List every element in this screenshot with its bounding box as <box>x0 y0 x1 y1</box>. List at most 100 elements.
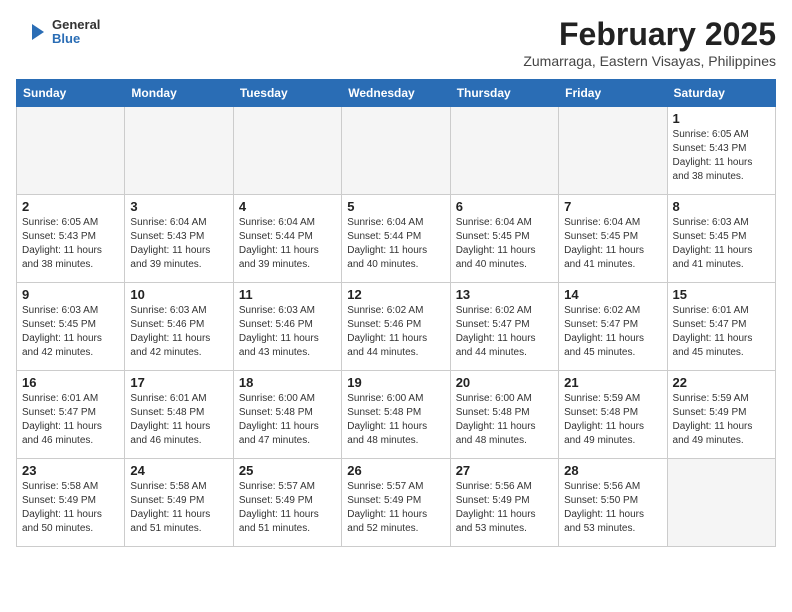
day-header-wednesday: Wednesday <box>342 80 450 107</box>
day-info: Sunrise: 6:03 AM Sunset: 5:46 PM Dayligh… <box>130 304 227 360</box>
day-number: 25 <box>239 463 336 478</box>
day-header-thursday: Thursday <box>450 80 558 107</box>
day-cell: 11 Sunrise: 6:03 AM Sunset: 5:46 PM Dayli… <box>233 283 341 371</box>
day-cell <box>233 107 341 195</box>
day-info: Sunrise: 5:59 AM Sunset: 5:48 PM Dayligh… <box>564 392 661 448</box>
day-cell: 5 Sunrise: 6:04 AM Sunset: 5:44 PM Daylig… <box>342 195 450 283</box>
day-info: Sunrise: 6:04 AM Sunset: 5:44 PM Dayligh… <box>239 216 336 272</box>
day-cell: 4 Sunrise: 6:04 AM Sunset: 5:44 PM Daylig… <box>233 195 341 283</box>
day-info: Sunrise: 6:04 AM Sunset: 5:44 PM Dayligh… <box>347 216 444 272</box>
day-number: 10 <box>130 287 227 302</box>
day-info: Sunrise: 6:01 AM Sunset: 5:47 PM Dayligh… <box>673 304 770 360</box>
day-cell: 25Sunrise: 5:57 AM Sunset: 5:49 PM Dayli… <box>233 459 341 547</box>
day-number: 1 <box>673 111 770 126</box>
header: GeneralBlue February 2025 Zumarraga, Eas… <box>16 16 776 69</box>
day-cell: 23Sunrise: 5:58 AM Sunset: 5:49 PM Dayli… <box>17 459 125 547</box>
day-info: Sunrise: 5:58 AM Sunset: 5:49 PM Dayligh… <box>22 480 119 536</box>
day-header-saturday: Saturday <box>667 80 775 107</box>
logo: GeneralBlue <box>16 16 100 48</box>
day-info: Sunrise: 6:03 AM Sunset: 5:46 PM Dayligh… <box>239 304 336 360</box>
day-info: Sunrise: 6:02 AM Sunset: 5:46 PM Dayligh… <box>347 304 444 360</box>
month-title: February 2025 <box>523 16 776 53</box>
day-info: Sunrise: 6:04 AM Sunset: 5:45 PM Dayligh… <box>456 216 553 272</box>
day-cell <box>342 107 450 195</box>
day-cell: 6 Sunrise: 6:04 AM Sunset: 5:45 PM Daylig… <box>450 195 558 283</box>
day-info: Sunrise: 5:56 AM Sunset: 5:49 PM Dayligh… <box>456 480 553 536</box>
day-info: Sunrise: 6:04 AM Sunset: 5:43 PM Dayligh… <box>130 216 227 272</box>
day-cell: 10 Sunrise: 6:03 AM Sunset: 5:46 PM Dayli… <box>125 283 233 371</box>
day-number: 21 <box>564 375 661 390</box>
day-cell: 13 Sunrise: 6:02 AM Sunset: 5:47 PM Dayli… <box>450 283 558 371</box>
day-number: 19 <box>347 375 444 390</box>
day-info: Sunrise: 6:02 AM Sunset: 5:47 PM Dayligh… <box>456 304 553 360</box>
day-cell <box>450 107 558 195</box>
calendar-table: SundayMondayTuesdayWednesdayThursdayFrid… <box>16 79 776 547</box>
day-number: 17 <box>130 375 227 390</box>
day-cell: 22 Sunrise: 5:59 AM Sunset: 5:49 PM Dayli… <box>667 371 775 459</box>
day-info: Sunrise: 6:01 AM Sunset: 5:48 PM Dayligh… <box>130 392 227 448</box>
logo-icon <box>16 16 48 48</box>
day-cell: 27Sunrise: 5:56 AM Sunset: 5:49 PM Dayli… <box>450 459 558 547</box>
day-cell: 15 Sunrise: 6:01 AM Sunset: 5:47 PM Dayli… <box>667 283 775 371</box>
day-number: 14 <box>564 287 661 302</box>
day-cell: 1 Sunrise: 6:05 AM Sunset: 5:43 PM Daylig… <box>667 107 775 195</box>
day-info: Sunrise: 6:01 AM Sunset: 5:47 PM Dayligh… <box>22 392 119 448</box>
day-number: 22 <box>673 375 770 390</box>
day-number: 2 <box>22 199 119 214</box>
title-area: February 2025 Zumarraga, Eastern Visayas… <box>523 16 776 69</box>
day-number: 6 <box>456 199 553 214</box>
day-number: 15 <box>673 287 770 302</box>
day-number: 9 <box>22 287 119 302</box>
day-number: 7 <box>564 199 661 214</box>
day-number: 8 <box>673 199 770 214</box>
day-number: 11 <box>239 287 336 302</box>
day-cell <box>559 107 667 195</box>
day-info: Sunrise: 6:00 AM Sunset: 5:48 PM Dayligh… <box>239 392 336 448</box>
day-info: Sunrise: 6:00 AM Sunset: 5:48 PM Dayligh… <box>347 392 444 448</box>
day-number: 5 <box>347 199 444 214</box>
logo-text: GeneralBlue <box>52 18 100 47</box>
day-number: 13 <box>456 287 553 302</box>
day-info: Sunrise: 5:59 AM Sunset: 5:49 PM Dayligh… <box>673 392 770 448</box>
day-info: Sunrise: 6:00 AM Sunset: 5:48 PM Dayligh… <box>456 392 553 448</box>
day-cell: 24Sunrise: 5:58 AM Sunset: 5:49 PM Dayli… <box>125 459 233 547</box>
location-title: Zumarraga, Eastern Visayas, Philippines <box>523 53 776 69</box>
week-row-1: 1 Sunrise: 6:05 AM Sunset: 5:43 PM Daylig… <box>17 107 776 195</box>
day-cell: 17 Sunrise: 6:01 AM Sunset: 5:48 PM Dayli… <box>125 371 233 459</box>
day-header-sunday: Sunday <box>17 80 125 107</box>
day-cell: 2 Sunrise: 6:05 AM Sunset: 5:43 PM Daylig… <box>17 195 125 283</box>
week-row-4: 16Sunrise: 6:01 AM Sunset: 5:47 PM Dayli… <box>17 371 776 459</box>
day-info: Sunrise: 6:04 AM Sunset: 5:45 PM Dayligh… <box>564 216 661 272</box>
logo-blue-text: Blue <box>52 32 100 46</box>
day-cell: 9 Sunrise: 6:03 AM Sunset: 5:45 PM Daylig… <box>17 283 125 371</box>
week-row-3: 9 Sunrise: 6:03 AM Sunset: 5:45 PM Daylig… <box>17 283 776 371</box>
day-cell: 8Sunrise: 6:03 AM Sunset: 5:45 PM Daylig… <box>667 195 775 283</box>
day-cell <box>667 459 775 547</box>
day-cell: 26 Sunrise: 5:57 AM Sunset: 5:49 PM Dayli… <box>342 459 450 547</box>
day-number: 4 <box>239 199 336 214</box>
day-cell: 16Sunrise: 6:01 AM Sunset: 5:47 PM Dayli… <box>17 371 125 459</box>
day-cell: 19 Sunrise: 6:00 AM Sunset: 5:48 PM Dayli… <box>342 371 450 459</box>
logo-general-text: General <box>52 18 100 32</box>
day-number: 18 <box>239 375 336 390</box>
day-info: Sunrise: 5:57 AM Sunset: 5:49 PM Dayligh… <box>347 480 444 536</box>
day-number: 28 <box>564 463 661 478</box>
week-row-2: 2 Sunrise: 6:05 AM Sunset: 5:43 PM Daylig… <box>17 195 776 283</box>
day-cell <box>17 107 125 195</box>
day-info: Sunrise: 6:05 AM Sunset: 5:43 PM Dayligh… <box>22 216 119 272</box>
day-info: Sunrise: 6:03 AM Sunset: 5:45 PM Dayligh… <box>22 304 119 360</box>
day-header-friday: Friday <box>559 80 667 107</box>
day-number: 24 <box>130 463 227 478</box>
calendar-header-row: SundayMondayTuesdayWednesdayThursdayFrid… <box>17 80 776 107</box>
day-cell: 18 Sunrise: 6:00 AM Sunset: 5:48 PM Dayli… <box>233 371 341 459</box>
day-cell: 20Sunrise: 6:00 AM Sunset: 5:48 PM Dayli… <box>450 371 558 459</box>
day-cell: 7 Sunrise: 6:04 AM Sunset: 5:45 PM Daylig… <box>559 195 667 283</box>
day-info: Sunrise: 5:56 AM Sunset: 5:50 PM Dayligh… <box>564 480 661 536</box>
day-cell: 28 Sunrise: 5:56 AM Sunset: 5:50 PM Dayli… <box>559 459 667 547</box>
day-number: 3 <box>130 199 227 214</box>
day-info: Sunrise: 6:05 AM Sunset: 5:43 PM Dayligh… <box>673 128 770 184</box>
day-number: 26 <box>347 463 444 478</box>
week-row-5: 23Sunrise: 5:58 AM Sunset: 5:49 PM Dayli… <box>17 459 776 547</box>
day-header-monday: Monday <box>125 80 233 107</box>
day-number: 12 <box>347 287 444 302</box>
